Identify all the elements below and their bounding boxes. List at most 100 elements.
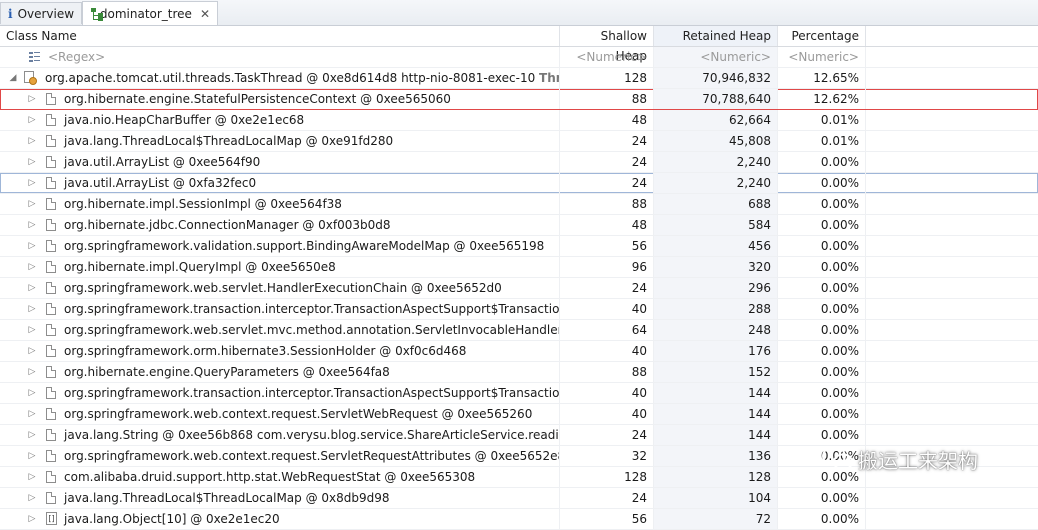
class-name-cell: ▷ org.springframework.web.servlet.mvc.met…: [0, 320, 560, 340]
expand-arrow-icon[interactable]: ▷: [27, 341, 37, 361]
class-name-cell: ▷ org.springframework.web.context.request…: [0, 446, 560, 466]
close-icon[interactable]: ✕: [200, 7, 210, 21]
table-row[interactable]: ▷ java.nio.HeapCharBuffer @ 0xe2e1ec68 48 6…: [0, 110, 1038, 131]
retained-heap-cell: 144: [654, 425, 778, 445]
expand-arrow-icon[interactable]: ▷: [27, 425, 37, 445]
class-name-text: org.springframework.web.servlet.HandlerE…: [64, 281, 502, 295]
shallow-heap-cell: 40: [560, 299, 654, 319]
table-row[interactable]: ▷ java.lang.ThreadLocal$ThreadLocalMap @ …: [0, 488, 1038, 509]
table-row[interactable]: ▷ org.hibernate.engine.QueryParameters @ …: [0, 362, 1038, 383]
table-row[interactable]: ▷ org.springframework.web.servlet.Handler…: [0, 278, 1038, 299]
expand-arrow-icon[interactable]: ▷: [27, 488, 37, 508]
class-name-text: org.springframework.transaction.intercep…: [64, 386, 560, 400]
shallow-heap-cell: 40: [560, 383, 654, 403]
collapse-arrow-icon[interactable]: ◢: [8, 68, 18, 88]
expand-arrow-icon[interactable]: ▷: [27, 257, 37, 277]
percentage-cell: 0.00%: [778, 194, 866, 214]
expand-arrow-icon[interactable]: ▷: [27, 194, 37, 214]
table-row[interactable]: ▷ org.hibernate.impl.QueryImpl @ 0xee5650…: [0, 257, 1038, 278]
class-name-text: org.hibernate.jdbc.ConnectionManager @ 0…: [64, 218, 391, 232]
shallow-heap-cell: 96: [560, 257, 654, 277]
table-row[interactable]: ▷ org.hibernate.jdbc.ConnectionManager @ …: [0, 215, 1038, 236]
expand-arrow-icon[interactable]: ▷: [27, 383, 37, 403]
shallow-heap-cell: 56: [560, 509, 654, 529]
column-header-percentage[interactable]: Percentage: [778, 26, 866, 46]
retained-heap-cell: 152: [654, 362, 778, 382]
class-name-cell: ▷ org.hibernate.impl.SessionImpl @ 0xee56…: [0, 194, 560, 214]
percent-filter-input[interactable]: <Numeric>: [778, 47, 866, 67]
retained-heap-cell: 62,664: [654, 110, 778, 130]
table-row[interactable]: ▷ org.hibernate.impl.SessionImpl @ 0xee56…: [0, 194, 1038, 215]
class-name-cell: ▷ org.springframework.web.servlet.Handler…: [0, 278, 560, 298]
expand-arrow-icon[interactable]: ▷: [27, 236, 37, 256]
tab-dominator-tree-label: dominator_tree: [99, 6, 192, 21]
shallow-heap-cell: 24: [560, 278, 654, 298]
shallow-filter-input[interactable]: <Numeric>: [560, 47, 654, 67]
retained-heap-cell: 584: [654, 215, 778, 235]
tab-overview[interactable]: i Overview: [0, 2, 82, 24]
class-name-text: org.springframework.web.servlet.mvc.meth…: [64, 323, 560, 337]
column-header-shallow-heap[interactable]: Shallow Heap: [560, 26, 654, 63]
table-row[interactable]: ▷ org.springframework.web.servlet.mvc.met…: [0, 320, 1038, 341]
object-icon: [46, 408, 56, 420]
retained-filter-input[interactable]: <Numeric>: [654, 47, 778, 67]
shallow-heap-cell: 88: [560, 194, 654, 214]
percentage-cell: 0.00%: [778, 299, 866, 319]
retained-heap-cell: 144: [654, 404, 778, 424]
expand-arrow-icon[interactable]: ▷: [27, 215, 37, 235]
expand-arrow-icon[interactable]: ▷: [27, 152, 37, 172]
table-row[interactable]: ▷ org.springframework.orm.hibernate3.Sess…: [0, 341, 1038, 362]
object-icon: [46, 261, 56, 273]
thread-icon: [24, 71, 37, 85]
shallow-heap-cell: 32: [560, 446, 654, 466]
expand-arrow-icon[interactable]: ▷: [27, 404, 37, 424]
expand-arrow-icon[interactable]: ▷: [27, 173, 37, 193]
percentage-cell: 0.00%: [778, 152, 866, 172]
expand-arrow-icon[interactable]: ▷: [27, 509, 37, 529]
table-row[interactable]: ▷ org.hibernate.engine.StatefulPersistenc…: [0, 89, 1038, 110]
expand-arrow-icon[interactable]: ▷: [27, 110, 37, 130]
shallow-heap-cell: 24: [560, 488, 654, 508]
table-row[interactable]: ▷ [] java.lang.Object[10] @ 0xe2e1ec20 56 72…: [0, 509, 1038, 530]
retained-heap-cell: 456: [654, 236, 778, 256]
expand-arrow-icon[interactable]: ▷: [27, 320, 37, 340]
expand-arrow-icon[interactable]: ▷: [27, 131, 37, 151]
object-icon: [46, 114, 56, 126]
object-icon: [46, 492, 56, 504]
root-name-suffix: Threa: [539, 71, 559, 85]
wechat-icon: [822, 446, 853, 471]
retained-heap-cell: 320: [654, 257, 778, 277]
expand-arrow-icon[interactable]: ▷: [27, 467, 37, 487]
class-name-text: org.hibernate.impl.QueryImpl @ 0xee5650e…: [64, 260, 336, 274]
expand-arrow-icon[interactable]: ▷: [27, 446, 37, 466]
table-row[interactable]: ▷ java.util.ArrayList @ 0xfa32fec0 24 2,240…: [0, 173, 1038, 194]
table-row[interactable]: ▷ org.springframework.web.context.request…: [0, 404, 1038, 425]
expand-arrow-icon[interactable]: ▷: [27, 362, 37, 382]
table-row[interactable]: ▷ java.lang.ThreadLocal$ThreadLocalMap @ …: [0, 131, 1038, 152]
regex-filter-input[interactable]: <Regex>: [0, 47, 560, 67]
percentage-cell: 0.00%: [778, 257, 866, 277]
class-name-text: org.springframework.transaction.intercep…: [64, 302, 560, 316]
watermark-text: 搬运工来架构: [858, 448, 978, 473]
shallow-heap-cell: 56: [560, 236, 654, 256]
expand-arrow-icon[interactable]: ▷: [27, 89, 37, 109]
column-header-class-name[interactable]: Class Name: [0, 26, 560, 46]
table-row[interactable]: ▷ org.springframework.transaction.interce…: [0, 383, 1038, 404]
class-name-text: org.hibernate.engine.QueryParameters @ 0…: [64, 365, 390, 379]
object-icon: [46, 471, 56, 483]
object-icon: [46, 366, 56, 378]
table-row-root[interactable]: ◢ org.apache.tomcat.util.threads.TaskThr…: [0, 68, 1038, 89]
class-name-text: org.springframework.orm.hibernate3.Sessi…: [64, 344, 467, 358]
object-icon: [46, 429, 56, 441]
column-header-retained-heap[interactable]: Retained Heap: [654, 26, 778, 46]
expand-arrow-icon[interactable]: ▷: [27, 299, 37, 319]
table-row[interactable]: ▷ java.util.ArrayList @ 0xee564f90 24 2,240…: [0, 152, 1038, 173]
object-icon: [46, 240, 56, 252]
tab-dominator-tree[interactable]: dominator_tree ✕: [82, 1, 218, 25]
shallow-heap-cell: 48: [560, 110, 654, 130]
table-row[interactable]: ▷ org.springframework.validation.support.…: [0, 236, 1038, 257]
expand-arrow-icon[interactable]: ▷: [27, 278, 37, 298]
class-name-cell: ▷ org.springframework.orm.hibernate3.Sess…: [0, 341, 560, 361]
shallow-heap-cell: 40: [560, 341, 654, 361]
table-row[interactable]: ▷ org.springframework.transaction.interce…: [0, 299, 1038, 320]
